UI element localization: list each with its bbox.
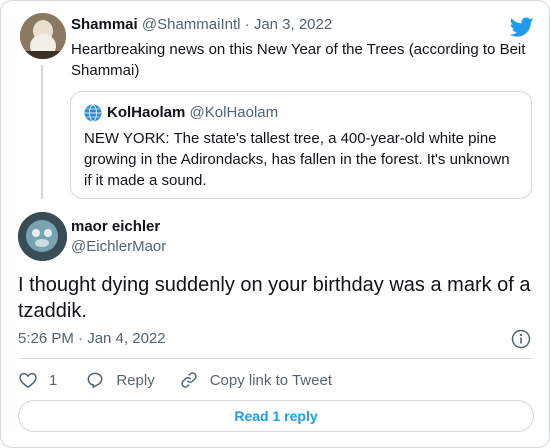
quoted-author-name: KolHaolam bbox=[107, 104, 186, 121]
parent-tweet-text: Heartbreaking news on this New Year of t… bbox=[71, 41, 526, 79]
quoted-tweet-header: KolHaolam @KolHaolam bbox=[107, 104, 278, 121]
copy-link-label: Copy link to Tweet bbox=[209, 371, 332, 389]
like-button[interactable]: 1 bbox=[18, 370, 57, 390]
shammai-avatar[interactable] bbox=[20, 13, 66, 59]
reply-label: Reply bbox=[116, 371, 155, 389]
reply-button[interactable]: Reply bbox=[85, 370, 155, 390]
reply-bubble-icon bbox=[87, 372, 103, 389]
read-replies-button[interactable]: Read 1 reply bbox=[18, 400, 534, 432]
separator-dot: · bbox=[244, 16, 250, 33]
main-tweet-text: I thought dying suddenly on your birthda… bbox=[18, 274, 531, 322]
eichler-avatar[interactable] bbox=[18, 212, 67, 261]
tweet-timestamp[interactable]: 5:26 PM · Jan 4, 2022 bbox=[18, 330, 166, 347]
parent-author-handle[interactable]: @ShammaiIntl bbox=[142, 16, 241, 33]
quoted-tweet[interactable]: KolHaolam @KolHaolam NEW YORK: The state… bbox=[70, 91, 532, 199]
tweet-actions: 1 Reply Copy link to Tweet bbox=[18, 368, 332, 392]
globe-icon bbox=[84, 104, 102, 122]
heart-icon bbox=[19, 372, 37, 388]
info-icon[interactable] bbox=[511, 329, 531, 349]
main-author-name[interactable]: maor eichler bbox=[71, 218, 160, 235]
twitter-bird-icon[interactable] bbox=[509, 15, 534, 39]
tweet-embed-card: Shammai @ShammaiIntl · Jan 3, 2022 Heart… bbox=[0, 0, 550, 448]
quoted-tweet-text: NEW YORK: The state's tallest tree, a 40… bbox=[84, 130, 510, 189]
parent-tweet-date[interactable]: Jan 3, 2022 bbox=[254, 16, 332, 33]
thread-line bbox=[41, 65, 43, 199]
divider bbox=[18, 358, 534, 359]
copy-link-button[interactable]: Copy link to Tweet bbox=[179, 370, 332, 390]
main-author-handle[interactable]: @EichlerMaor bbox=[71, 238, 166, 255]
parent-author-name[interactable]: Shammai bbox=[71, 16, 138, 33]
like-count: 1 bbox=[49, 371, 58, 389]
link-icon bbox=[180, 372, 197, 388]
quoted-author-handle: @KolHaolam bbox=[189, 104, 279, 121]
parent-tweet-header: Shammai @ShammaiIntl · Jan 3, 2022 bbox=[71, 16, 332, 33]
read-replies-label: Read 1 reply bbox=[234, 408, 318, 424]
